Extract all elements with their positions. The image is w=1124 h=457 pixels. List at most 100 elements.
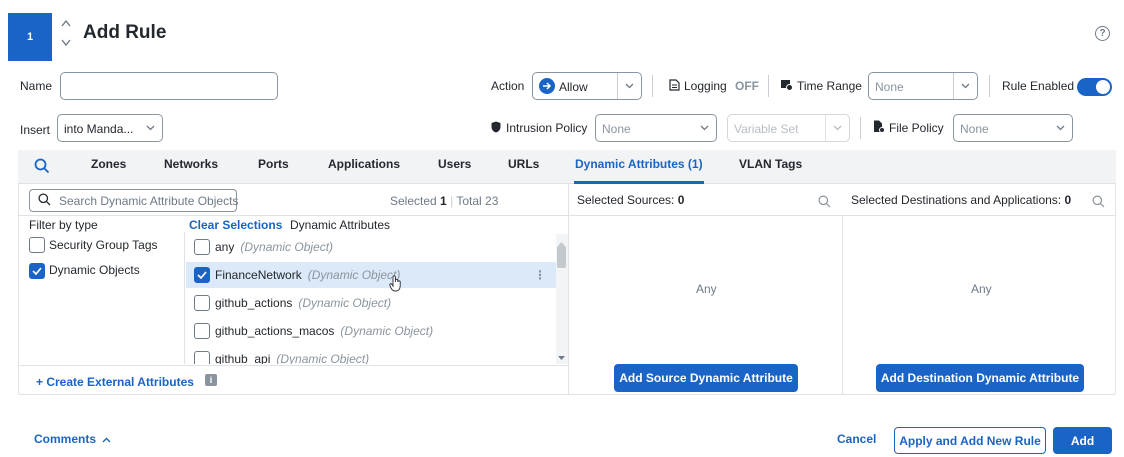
row-divider: [18, 215, 1116, 216]
step-badge: 1: [8, 13, 52, 61]
apply-and-add-new-rule-button[interactable]: Apply and Add New Rule: [894, 427, 1046, 454]
list-item-checkbox[interactable]: [194, 351, 210, 364]
selection-counter: Selected 1 | Total 23: [390, 194, 499, 208]
selected-sources-count: 0: [677, 193, 685, 207]
list-item-type: (Dynamic Object): [276, 352, 370, 364]
help-icon[interactable]: ?: [1095, 26, 1110, 41]
list-item[interactable]: github_actions (Dynamic Object): [215, 296, 391, 310]
create-external-attributes-link[interactable]: + Create External Attributes: [36, 375, 194, 389]
tab-users[interactable]: Users: [438, 157, 471, 171]
file-policy-value: None: [960, 122, 989, 136]
time-range-value: None: [875, 80, 904, 94]
filter-by-type-title: Filter by type: [29, 218, 98, 232]
collapse-toggle-icon[interactable]: [60, 17, 72, 51]
list-header: Dynamic Attributes: [290, 218, 391, 232]
arrow-right-icon: [539, 78, 555, 94]
selected-count: 1: [440, 194, 447, 208]
tab-urls[interactable]: URLs: [508, 157, 539, 171]
chevron-up-icon: [102, 437, 111, 443]
action-label: Action: [491, 79, 525, 93]
intrusion-policy-select[interactable]: None: [595, 114, 717, 142]
selected-sources-header: Selected Sources: 0: [577, 193, 684, 207]
scroll-down-icon[interactable]: [557, 350, 566, 360]
list-item[interactable]: github_api (Dynamic Object): [215, 352, 369, 364]
tab-vlan-tags[interactable]: VLAN Tags: [739, 157, 802, 171]
logging-label: Logging: [684, 79, 727, 93]
divider: [652, 75, 653, 97]
scrollbar-thumb[interactable]: [557, 246, 566, 268]
tab-zones[interactable]: Zones: [91, 157, 126, 171]
info-icon[interactable]: i: [205, 374, 217, 386]
selected-destinations-title: Selected Destinations and Applications:: [851, 193, 1062, 207]
document-icon: [669, 79, 680, 91]
action-select[interactable]: Allow: [532, 72, 642, 100]
calendar-clock-icon: [780, 78, 793, 91]
column-divider: [842, 215, 843, 395]
add-button[interactable]: Add: [1053, 427, 1112, 454]
file-policy-label: File Policy: [889, 121, 944, 135]
selected-destinations-header: Selected Destinations and Applications: …: [851, 193, 1071, 207]
tab-applications[interactable]: Applications: [328, 157, 400, 171]
active-tab-indicator: [574, 181, 704, 184]
add-source-dynamic-attribute-button[interactable]: Add Source Dynamic Attribute: [614, 364, 798, 392]
list-item-checkbox[interactable]: [194, 239, 210, 255]
time-range-label: Time Range: [797, 79, 862, 93]
chevron-down-icon: [1048, 115, 1072, 141]
tab-networks[interactable]: Networks: [164, 157, 218, 171]
file-policy-select[interactable]: None: [953, 114, 1073, 142]
list-item-type: (Dynamic Object): [340, 324, 434, 338]
dynamic-attribute-list: any (Dynamic Object) FinanceNetwork (Dynam…: [186, 234, 556, 364]
filter-checkbox-security-group-tags[interactable]: [29, 237, 45, 253]
name-input[interactable]: [60, 72, 278, 100]
selected-destinations-count: 0: [1064, 193, 1072, 207]
more-options-icon[interactable]: ⋮: [534, 268, 546, 282]
insert-select[interactable]: into Manda...: [57, 114, 163, 142]
list-item-name: FinanceNetwork: [215, 268, 302, 282]
tab-dynamic-attributes[interactable]: Dynamic Attributes (1): [575, 157, 703, 171]
action-value: Allow: [559, 80, 588, 94]
clear-selections-link[interactable]: Clear Selections: [189, 218, 282, 232]
rule-enabled-label: Rule Enabled: [1002, 79, 1075, 93]
list-item-selected[interactable]: FinanceNetwork (Dynamic Object): [215, 268, 400, 282]
search-icon[interactable]: [34, 158, 50, 174]
file-policy-icon: [873, 120, 885, 133]
search-icon[interactable]: [1092, 195, 1105, 208]
comments-toggle[interactable]: Comments: [34, 432, 111, 446]
list-item-checkbox[interactable]: [194, 323, 210, 339]
search-icon[interactable]: [818, 195, 831, 208]
tab-ports[interactable]: Ports: [258, 157, 289, 171]
filter-checkbox-dynamic-objects[interactable]: [29, 263, 45, 279]
scroll-up-icon[interactable]: [557, 236, 566, 246]
page-title: Add Rule: [83, 22, 167, 43]
chevron-down-icon: [953, 73, 977, 99]
list-item-type: (Dynamic Object): [307, 268, 401, 282]
cancel-button[interactable]: Cancel: [837, 432, 876, 446]
selected-label: Selected: [390, 194, 437, 208]
list-item[interactable]: github_actions_macos (Dynamic Object): [215, 324, 433, 338]
chevron-down-icon: [692, 115, 716, 141]
chevron-down-icon: [617, 73, 641, 99]
time-range-select[interactable]: None: [868, 72, 978, 100]
hand-cursor-icon: [389, 275, 402, 292]
filter-label-security-group-tags: Security Group Tags: [49, 238, 158, 252]
list-item-type: (Dynamic Object): [298, 296, 392, 310]
intrusion-policy-value: None: [602, 122, 631, 136]
name-label: Name: [20, 79, 53, 93]
list-item-type: (Dynamic Object): [240, 240, 334, 254]
rule-enabled-toggle[interactable]: [1077, 78, 1112, 96]
selected-sources-title: Selected Sources:: [577, 193, 675, 207]
list-item-name: github_actions_macos: [215, 324, 335, 338]
list-item[interactable]: any (Dynamic Object): [215, 240, 333, 254]
divider: [768, 75, 769, 97]
list-item-checkbox[interactable]: [194, 267, 210, 283]
intrusion-policy-label: Intrusion Policy: [506, 121, 588, 135]
variable-set-placeholder: Variable Set: [734, 122, 799, 136]
total-label: Total: [456, 194, 482, 208]
list-item-checkbox[interactable]: [194, 295, 210, 311]
total-count: 23: [485, 194, 499, 208]
chevron-down-icon: [138, 115, 162, 141]
divider: [989, 75, 990, 97]
add-destination-dynamic-attribute-button[interactable]: Add Destination Dynamic Attribute: [876, 364, 1084, 392]
logging-status[interactable]: OFF: [735, 79, 759, 93]
search-icon: [38, 193, 51, 206]
